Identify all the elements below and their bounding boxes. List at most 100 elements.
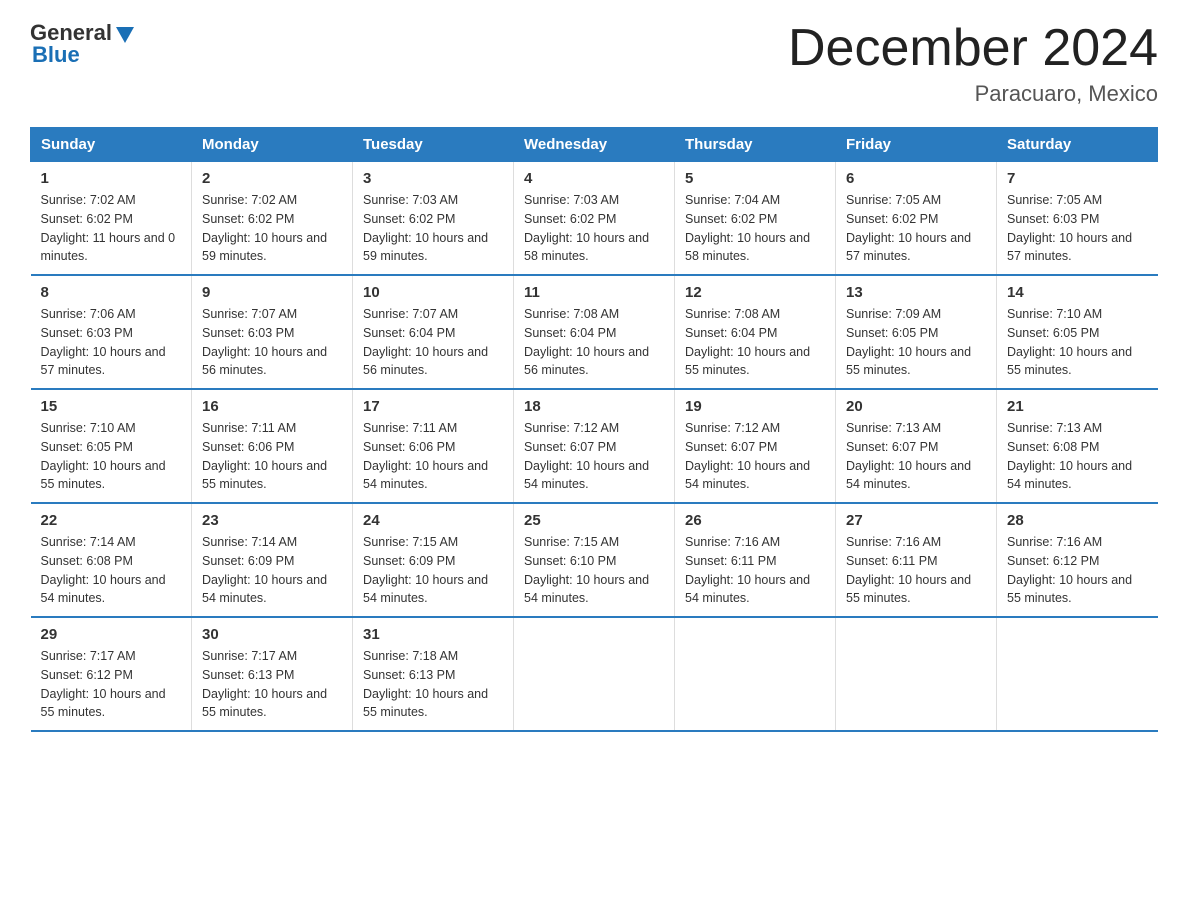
calendar-week-row: 22 Sunrise: 7:14 AMSunset: 6:08 PMDaylig… bbox=[31, 503, 1158, 617]
calendar-cell: 1 Sunrise: 7:02 AMSunset: 6:02 PMDayligh… bbox=[31, 162, 192, 276]
day-number: 18 bbox=[524, 398, 664, 415]
day-number: 3 bbox=[363, 170, 503, 187]
calendar-cell: 21 Sunrise: 7:13 AMSunset: 6:08 PMDaylig… bbox=[997, 389, 1158, 503]
day-info: Sunrise: 7:17 AMSunset: 6:13 PMDaylight:… bbox=[202, 649, 327, 719]
day-info: Sunrise: 7:02 AMSunset: 6:02 PMDaylight:… bbox=[41, 193, 176, 263]
calendar-cell: 6 Sunrise: 7:05 AMSunset: 6:02 PMDayligh… bbox=[836, 162, 997, 276]
day-number: 31 bbox=[363, 626, 503, 643]
day-number: 20 bbox=[846, 398, 986, 415]
day-info: Sunrise: 7:05 AMSunset: 6:02 PMDaylight:… bbox=[846, 193, 971, 263]
day-number: 27 bbox=[846, 512, 986, 529]
page-header: General Blue December 2024 Paracuaro, Me… bbox=[30, 20, 1158, 107]
day-info: Sunrise: 7:02 AMSunset: 6:02 PMDaylight:… bbox=[202, 193, 327, 263]
day-info: Sunrise: 7:11 AMSunset: 6:06 PMDaylight:… bbox=[202, 421, 327, 491]
logo-icon: General Blue bbox=[30, 20, 136, 68]
calendar-cell: 31 Sunrise: 7:18 AMSunset: 6:13 PMDaylig… bbox=[353, 617, 514, 731]
day-info: Sunrise: 7:16 AMSunset: 6:11 PMDaylight:… bbox=[685, 535, 810, 605]
calendar-cell: 15 Sunrise: 7:10 AMSunset: 6:05 PMDaylig… bbox=[31, 389, 192, 503]
logo: General Blue bbox=[30, 20, 136, 68]
day-number: 11 bbox=[524, 284, 664, 301]
day-number: 6 bbox=[846, 170, 986, 187]
calendar-header-row: SundayMondayTuesdayWednesdayThursdayFrid… bbox=[31, 128, 1158, 162]
day-number: 12 bbox=[685, 284, 825, 301]
day-info: Sunrise: 7:05 AMSunset: 6:03 PMDaylight:… bbox=[1007, 193, 1132, 263]
calendar-cell: 24 Sunrise: 7:15 AMSunset: 6:09 PMDaylig… bbox=[353, 503, 514, 617]
logo-arrow-icon bbox=[114, 23, 136, 45]
calendar-cell: 22 Sunrise: 7:14 AMSunset: 6:08 PMDaylig… bbox=[31, 503, 192, 617]
calendar-cell: 16 Sunrise: 7:11 AMSunset: 6:06 PMDaylig… bbox=[192, 389, 353, 503]
calendar-header-wednesday: Wednesday bbox=[514, 128, 675, 162]
calendar-header-friday: Friday bbox=[836, 128, 997, 162]
calendar-cell: 12 Sunrise: 7:08 AMSunset: 6:04 PMDaylig… bbox=[675, 275, 836, 389]
calendar-cell: 5 Sunrise: 7:04 AMSunset: 6:02 PMDayligh… bbox=[675, 162, 836, 276]
day-number: 26 bbox=[685, 512, 825, 529]
calendar-cell: 18 Sunrise: 7:12 AMSunset: 6:07 PMDaylig… bbox=[514, 389, 675, 503]
day-number: 29 bbox=[41, 626, 182, 643]
calendar-header-monday: Monday bbox=[192, 128, 353, 162]
calendar-cell: 30 Sunrise: 7:17 AMSunset: 6:13 PMDaylig… bbox=[192, 617, 353, 731]
day-number: 28 bbox=[1007, 512, 1148, 529]
calendar-cell: 2 Sunrise: 7:02 AMSunset: 6:02 PMDayligh… bbox=[192, 162, 353, 276]
day-info: Sunrise: 7:16 AMSunset: 6:11 PMDaylight:… bbox=[846, 535, 971, 605]
day-info: Sunrise: 7:15 AMSunset: 6:10 PMDaylight:… bbox=[524, 535, 649, 605]
day-info: Sunrise: 7:07 AMSunset: 6:03 PMDaylight:… bbox=[202, 307, 327, 377]
calendar-week-row: 15 Sunrise: 7:10 AMSunset: 6:05 PMDaylig… bbox=[31, 389, 1158, 503]
calendar-header-thursday: Thursday bbox=[675, 128, 836, 162]
day-number: 21 bbox=[1007, 398, 1148, 415]
calendar-cell: 3 Sunrise: 7:03 AMSunset: 6:02 PMDayligh… bbox=[353, 162, 514, 276]
calendar-week-row: 1 Sunrise: 7:02 AMSunset: 6:02 PMDayligh… bbox=[31, 162, 1158, 276]
day-info: Sunrise: 7:13 AMSunset: 6:07 PMDaylight:… bbox=[846, 421, 971, 491]
page-title: December 2024 bbox=[788, 20, 1158, 77]
day-info: Sunrise: 7:03 AMSunset: 6:02 PMDaylight:… bbox=[363, 193, 488, 263]
calendar-cell: 23 Sunrise: 7:14 AMSunset: 6:09 PMDaylig… bbox=[192, 503, 353, 617]
calendar-cell: 19 Sunrise: 7:12 AMSunset: 6:07 PMDaylig… bbox=[675, 389, 836, 503]
calendar-header-sunday: Sunday bbox=[31, 128, 192, 162]
day-info: Sunrise: 7:12 AMSunset: 6:07 PMDaylight:… bbox=[524, 421, 649, 491]
day-info: Sunrise: 7:08 AMSunset: 6:04 PMDaylight:… bbox=[524, 307, 649, 377]
calendar-week-row: 29 Sunrise: 7:17 AMSunset: 6:12 PMDaylig… bbox=[31, 617, 1158, 731]
day-info: Sunrise: 7:07 AMSunset: 6:04 PMDaylight:… bbox=[363, 307, 488, 377]
day-number: 1 bbox=[41, 170, 182, 187]
calendar-cell: 7 Sunrise: 7:05 AMSunset: 6:03 PMDayligh… bbox=[997, 162, 1158, 276]
day-info: Sunrise: 7:03 AMSunset: 6:02 PMDaylight:… bbox=[524, 193, 649, 263]
day-number: 5 bbox=[685, 170, 825, 187]
day-info: Sunrise: 7:13 AMSunset: 6:08 PMDaylight:… bbox=[1007, 421, 1132, 491]
page-subtitle: Paracuaro, Mexico bbox=[788, 81, 1158, 107]
day-number: 19 bbox=[685, 398, 825, 415]
day-number: 30 bbox=[202, 626, 342, 643]
calendar-cell: 4 Sunrise: 7:03 AMSunset: 6:02 PMDayligh… bbox=[514, 162, 675, 276]
day-number: 9 bbox=[202, 284, 342, 301]
day-info: Sunrise: 7:09 AMSunset: 6:05 PMDaylight:… bbox=[846, 307, 971, 377]
day-info: Sunrise: 7:14 AMSunset: 6:09 PMDaylight:… bbox=[202, 535, 327, 605]
calendar-cell: 26 Sunrise: 7:16 AMSunset: 6:11 PMDaylig… bbox=[675, 503, 836, 617]
calendar-cell: 13 Sunrise: 7:09 AMSunset: 6:05 PMDaylig… bbox=[836, 275, 997, 389]
calendar-header-saturday: Saturday bbox=[997, 128, 1158, 162]
calendar-cell: 11 Sunrise: 7:08 AMSunset: 6:04 PMDaylig… bbox=[514, 275, 675, 389]
calendar-cell: 17 Sunrise: 7:11 AMSunset: 6:06 PMDaylig… bbox=[353, 389, 514, 503]
day-number: 2 bbox=[202, 170, 342, 187]
title-block: December 2024 Paracuaro, Mexico bbox=[788, 20, 1158, 107]
day-info: Sunrise: 7:18 AMSunset: 6:13 PMDaylight:… bbox=[363, 649, 488, 719]
day-info: Sunrise: 7:15 AMSunset: 6:09 PMDaylight:… bbox=[363, 535, 488, 605]
day-info: Sunrise: 7:10 AMSunset: 6:05 PMDaylight:… bbox=[1007, 307, 1132, 377]
calendar-cell: 14 Sunrise: 7:10 AMSunset: 6:05 PMDaylig… bbox=[997, 275, 1158, 389]
calendar-cell bbox=[836, 617, 997, 731]
day-info: Sunrise: 7:10 AMSunset: 6:05 PMDaylight:… bbox=[41, 421, 166, 491]
calendar-table: SundayMondayTuesdayWednesdayThursdayFrid… bbox=[30, 127, 1158, 732]
day-info: Sunrise: 7:08 AMSunset: 6:04 PMDaylight:… bbox=[685, 307, 810, 377]
calendar-cell: 25 Sunrise: 7:15 AMSunset: 6:10 PMDaylig… bbox=[514, 503, 675, 617]
day-number: 16 bbox=[202, 398, 342, 415]
day-number: 4 bbox=[524, 170, 664, 187]
day-info: Sunrise: 7:17 AMSunset: 6:12 PMDaylight:… bbox=[41, 649, 166, 719]
day-number: 23 bbox=[202, 512, 342, 529]
day-number: 24 bbox=[363, 512, 503, 529]
day-number: 17 bbox=[363, 398, 503, 415]
calendar-cell bbox=[997, 617, 1158, 731]
day-number: 14 bbox=[1007, 284, 1148, 301]
logo-text-blue: Blue bbox=[32, 42, 80, 68]
day-number: 13 bbox=[846, 284, 986, 301]
calendar-week-row: 8 Sunrise: 7:06 AMSunset: 6:03 PMDayligh… bbox=[31, 275, 1158, 389]
day-number: 7 bbox=[1007, 170, 1148, 187]
calendar-cell: 20 Sunrise: 7:13 AMSunset: 6:07 PMDaylig… bbox=[836, 389, 997, 503]
day-info: Sunrise: 7:14 AMSunset: 6:08 PMDaylight:… bbox=[41, 535, 166, 605]
